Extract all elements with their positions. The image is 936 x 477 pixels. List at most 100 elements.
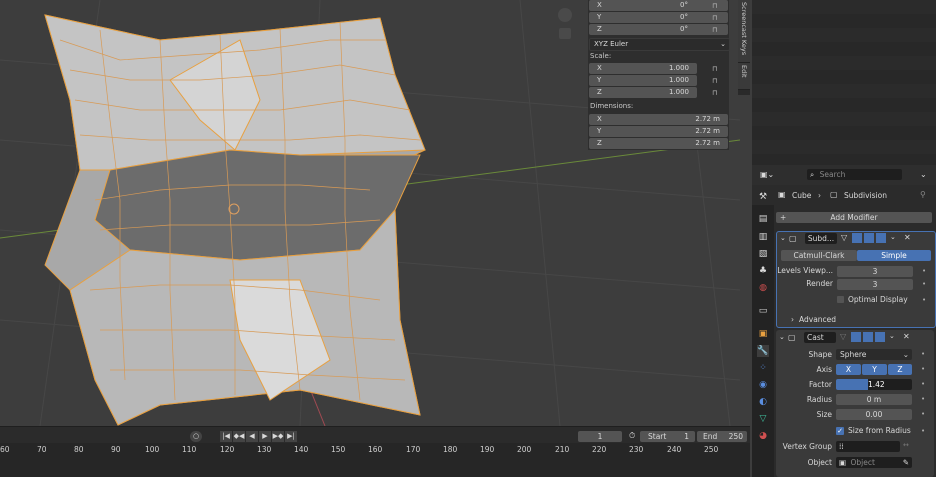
lock-icon[interactable]: ⊓ (712, 89, 721, 97)
timeline-ruler[interactable]: 60 70 80 90 100 110 120 130 140 150 160 … (0, 443, 750, 477)
play-reverse-icon[interactable]: ◀ (246, 431, 258, 442)
lock-icon[interactable]: ⊓ (712, 14, 721, 22)
axis-y-toggle[interactable]: Y (862, 364, 887, 375)
tab-edit[interactable]: Edit (738, 63, 750, 90)
lock-icon[interactable]: ⊓ (712, 65, 721, 73)
object-data-icon[interactable]: ▽ (757, 413, 769, 425)
keyframe-dot[interactable]: • (921, 410, 925, 418)
output-icon[interactable]: ▥ (757, 231, 769, 243)
axis-z-toggle[interactable]: Z (888, 364, 912, 375)
keyframe-dot[interactable]: • (921, 427, 925, 435)
stopwatch-icon[interactable]: ⏱ (629, 431, 635, 441)
render-icon[interactable]: ▤ (757, 213, 769, 225)
modifier-name-field[interactable]: Cast (804, 332, 836, 343)
play-icon[interactable]: ▶ (259, 431, 271, 442)
edit-mode-icon[interactable] (851, 332, 861, 342)
edit-mode-icon[interactable] (852, 233, 862, 243)
start-frame-field[interactable]: Start 1 (640, 431, 695, 442)
chevron-down-icon: ⌄ (720, 40, 726, 48)
jump-end-icon[interactable]: ▶| (285, 431, 297, 442)
scene-icon[interactable]: ♣ (757, 265, 769, 277)
object-icon[interactable]: ▣ (757, 328, 769, 340)
current-frame-field[interactable]: 1 (578, 431, 622, 442)
dimensions-x-field[interactable]: X 2.72 m (589, 114, 728, 125)
factor-slider[interactable]: 1.42 (836, 379, 912, 390)
optimal-display-label: Optimal Display (848, 295, 908, 304)
axis-x-toggle[interactable]: X (836, 364, 861, 375)
modifier-name-field[interactable]: Subd... (805, 233, 837, 244)
render-camera-icon[interactable] (875, 332, 885, 342)
catmull-clark-button[interactable]: Catmull-Clark (781, 250, 857, 261)
pin-icon[interactable]: ⚲ (920, 190, 926, 199)
keyframe-dot[interactable]: • (921, 380, 925, 388)
particles-icon[interactable]: ⁘ (757, 362, 769, 374)
world-icon[interactable]: ◍ (757, 282, 769, 294)
rotation-mode-select[interactable]: XYZ Euler ⌄ (589, 38, 730, 51)
physics-icon[interactable]: ◉ (757, 379, 769, 391)
material-icon[interactable]: ◕ (757, 430, 769, 442)
render-camera-icon[interactable] (876, 233, 886, 243)
add-modifier-button[interactable]: + Add Modifier (776, 212, 932, 223)
record-icon[interactable]: ○ (190, 431, 202, 442)
keyframe-next-icon[interactable]: ▶◆ (272, 431, 284, 442)
keyframe-dot[interactable]: • (921, 395, 925, 403)
chevron-down-icon[interactable]: ⌄ (889, 332, 895, 340)
optimal-display-checkbox[interactable] (837, 296, 844, 303)
outliner[interactable] (752, 0, 936, 165)
collection-icon[interactable]: ▭ (757, 305, 769, 317)
render-levels-field[interactable]: 3 (837, 279, 913, 290)
chevron-down-icon[interactable]: ⌄ (920, 170, 927, 179)
dimensions-y-field[interactable]: Y 2.72 m (589, 126, 728, 137)
viewport-display-icon[interactable] (864, 233, 874, 243)
modifier-wrench-icon[interactable]: 🔧 (757, 345, 769, 357)
vertex-group-field[interactable]: ⁞⁞ (836, 441, 900, 452)
keyframe-dot[interactable]: • (921, 350, 925, 358)
cast-modifier-panel: ⌄ ▢ Cast ▽ ⌄ ✕ Shape Sphere ⌄ • Axis X Y… (776, 330, 934, 477)
keyframe-dot[interactable]: • (922, 296, 926, 304)
advanced-subpanel[interactable]: Advanced (799, 315, 836, 324)
close-icon[interactable]: ✕ (903, 332, 910, 341)
advanced-chevron-icon[interactable]: › (791, 315, 794, 324)
edit-cage-icon[interactable]: ▽ (841, 233, 847, 242)
lock-icon[interactable]: ⊓ (712, 26, 721, 34)
radius-field[interactable]: 0 m (836, 394, 912, 405)
tab-screencast-keys[interactable]: Screencast Keys (738, 0, 750, 63)
editor-type-icon[interactable]: ▣⌄ (760, 170, 774, 179)
rotation-z-field[interactable]: Z 0° (589, 24, 728, 35)
keyframe-dot[interactable]: • (922, 280, 926, 288)
collapse-chevron-icon[interactable]: ⌄ (779, 333, 785, 341)
search-input[interactable]: ⌕ Search (807, 169, 902, 180)
invert-icon[interactable]: ↔ (903, 441, 909, 449)
rotation-x-field[interactable]: X 0° (589, 0, 728, 11)
simple-button[interactable]: Simple (857, 250, 931, 261)
keyframe-dot[interactable]: • (921, 365, 925, 373)
edit-cage-icon[interactable]: ▽ (840, 332, 846, 341)
levels-viewport-field[interactable]: 3 (837, 266, 913, 277)
collapse-chevron-icon[interactable]: ⌄ (780, 234, 786, 242)
size-from-radius-checkbox[interactable]: ✓ (836, 427, 844, 435)
lock-icon[interactable]: ⊓ (712, 2, 721, 10)
dimensions-z-field[interactable]: Z 2.72 m (589, 138, 728, 149)
view-layer-icon[interactable]: ▧ (757, 248, 769, 260)
constraints-icon[interactable]: ◐ (757, 396, 769, 408)
viewport-display-icon[interactable] (863, 332, 873, 342)
axis-label: Axis (816, 365, 832, 374)
scale-label: Scale: (590, 52, 612, 60)
tool-icon[interactable]: ⚒ (757, 191, 769, 203)
eyedropper-icon[interactable]: ✎ (903, 457, 909, 468)
scale-z-field[interactable]: Z 1.000 (589, 87, 697, 98)
keyframe-prev-icon[interactable]: ◆◀ (233, 431, 245, 442)
close-icon[interactable]: ✕ (904, 233, 911, 242)
object-field[interactable]: ▣ Object ✎ (836, 457, 912, 468)
lock-icon[interactable]: ⊓ (712, 77, 721, 85)
scale-x-field[interactable]: X 1.000 (589, 63, 697, 74)
size-field[interactable]: 0.00 (836, 409, 912, 420)
chevron-down-icon[interactable]: ⌄ (890, 233, 896, 241)
rotation-y-field[interactable]: Y 0° (589, 12, 728, 23)
end-frame-field[interactable]: End 250 (697, 431, 747, 442)
scale-y-field[interactable]: Y 1.000 (589, 75, 697, 86)
jump-start-icon[interactable]: |◀ (220, 431, 232, 442)
wrench-icon: ▢ (830, 190, 838, 199)
shape-select[interactable]: Sphere ⌄ (836, 349, 912, 360)
keyframe-dot[interactable]: • (922, 267, 926, 275)
